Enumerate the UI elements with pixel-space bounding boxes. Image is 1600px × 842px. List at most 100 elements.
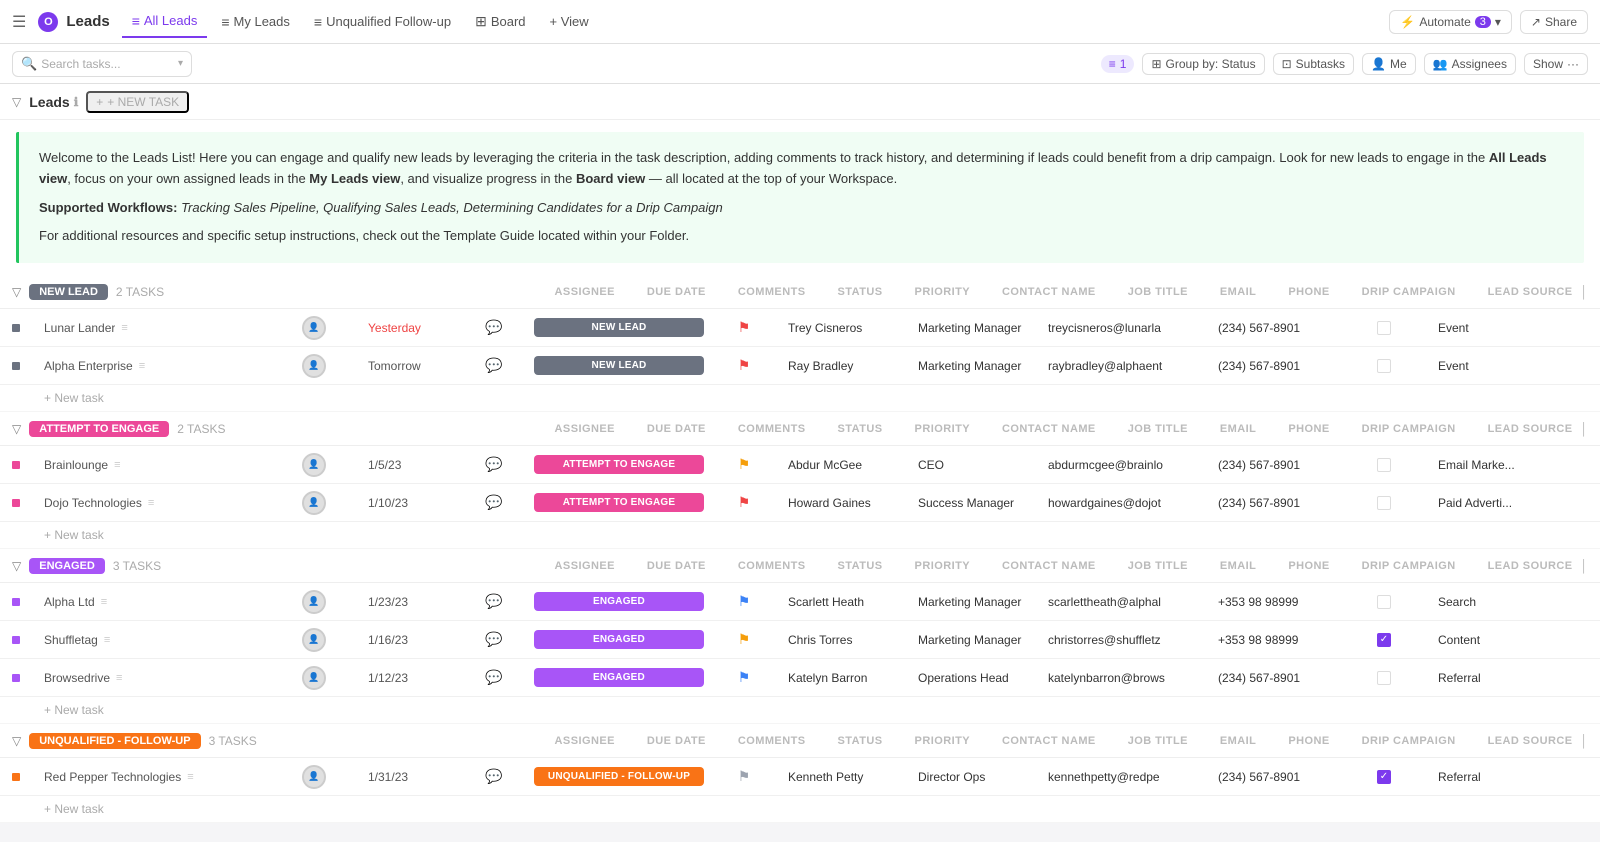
section-toggle-unqualified-follow-up[interactable]: ▽ — [12, 734, 21, 748]
comments-cell: 💬 — [454, 357, 534, 374]
task-menu-icon[interactable]: ≡ — [114, 459, 120, 471]
phone-cell: (234) 567-8901 — [1214, 321, 1334, 335]
comment-icon[interactable]: 💬 — [485, 494, 502, 511]
subtasks-icon: ⊡ — [1282, 57, 1292, 71]
tab-my-leads[interactable]: ≡ My Leads — [211, 6, 300, 38]
col-resize-handle[interactable]: │ — [1581, 734, 1589, 748]
priority-cell: ⚑ — [704, 494, 784, 511]
drip-cell[interactable]: ✓ — [1334, 770, 1434, 784]
leads-info-icon: ℹ — [74, 95, 79, 109]
share-button[interactable]: ↗ Share — [1520, 10, 1588, 34]
drip-checkbox-checked[interactable]: ✓ — [1377, 633, 1391, 647]
task-name-cell: Brainlounge ≡ — [44, 458, 264, 472]
comment-icon[interactable]: 💬 — [485, 631, 502, 648]
section-badge-engaged: ENGAGED — [29, 558, 105, 574]
status-cell[interactable]: NEW LEAD — [534, 356, 704, 375]
col-resize-handle[interactable]: │ — [1581, 285, 1589, 299]
automate-icon: ⚡ — [1400, 15, 1415, 29]
status-cell[interactable]: ATTEMPT TO ENGAGE — [534, 493, 704, 512]
comment-icon[interactable]: 💬 — [485, 593, 502, 610]
me-button[interactable]: 👤 Me — [1362, 53, 1416, 75]
priority-flag: ⚑ — [738, 319, 751, 336]
menu-icon[interactable]: ☰ — [12, 12, 26, 32]
drip-cell[interactable] — [1334, 671, 1434, 685]
lead-source-cell: Paid Adverti... — [1434, 496, 1544, 510]
task-menu-icon[interactable]: ≡ — [121, 322, 127, 334]
show-button[interactable]: Show ··· — [1524, 53, 1588, 75]
drip-cell[interactable] — [1334, 359, 1434, 373]
search-box[interactable]: 🔍 Search tasks... ▾ — [12, 51, 192, 77]
col-resize-handle[interactable]: │ — [1581, 559, 1589, 573]
leads-toggle[interactable]: ▽ — [12, 95, 21, 109]
drip-checkbox[interactable] — [1377, 321, 1391, 335]
show-label: Show — [1533, 57, 1563, 71]
tab-add-view[interactable]: + View — [540, 6, 599, 38]
drip-checkbox[interactable] — [1377, 496, 1391, 510]
assignees-button[interactable]: 👥 Assignees — [1424, 53, 1516, 75]
drip-checkbox[interactable] — [1377, 671, 1391, 685]
automate-label: Automate — [1419, 15, 1470, 29]
drip-checkbox[interactable] — [1377, 359, 1391, 373]
new-task-row-engaged[interactable]: + New task — [0, 697, 1600, 724]
comment-icon[interactable]: 💬 — [485, 768, 502, 785]
unqualified-tab-icon: ≡ — [314, 14, 322, 30]
section-header-engaged: ▽ ENGAGED 3 TASKS ASSIGNEE DUE DATE COMM… — [0, 549, 1600, 583]
new-task-button[interactable]: + + NEW TASK — [86, 91, 189, 113]
status-cell[interactable]: NEW LEAD — [534, 318, 704, 337]
task-menu-icon[interactable]: ≡ — [187, 771, 193, 783]
task-name-cell: Lunar Lander ≡ — [44, 321, 264, 335]
task-menu-icon[interactable]: ≡ — [104, 634, 110, 646]
section-toggle-engaged[interactable]: ▽ — [12, 559, 21, 573]
task-menu-icon[interactable]: ≡ — [148, 497, 154, 509]
status-cell[interactable]: ENGAGED — [534, 668, 704, 687]
task-menu-icon[interactable]: ≡ — [116, 672, 122, 684]
comment-icon[interactable]: 💬 — [485, 319, 502, 336]
filter-badge[interactable]: ≡ 1 — [1101, 55, 1135, 73]
drip-cell[interactable] — [1334, 321, 1434, 335]
comment-icon[interactable]: 💬 — [485, 669, 502, 686]
status-cell[interactable]: ATTEMPT TO ENGAGE — [534, 455, 704, 474]
assignee-avatar: 👤 — [302, 453, 326, 477]
tab-board[interactable]: ⊞ Board — [465, 6, 535, 38]
assignee-avatar: 👤 — [302, 765, 326, 789]
job-title-cell: CEO — [914, 458, 1044, 472]
new-task-row-new-lead[interactable]: + New task — [0, 385, 1600, 412]
drip-cell[interactable] — [1334, 458, 1434, 472]
drip-checkbox[interactable] — [1377, 595, 1391, 609]
task-menu-icon[interactable]: ≡ — [101, 596, 107, 608]
board-tab-icon: ⊞ — [475, 13, 487, 30]
email-cell: katelynbarron@brows — [1044, 671, 1214, 685]
status-cell[interactable]: UNQUALIFIED - FOLLOW-UP — [534, 767, 704, 786]
nav-right-actions: ⚡ Automate 3 ▾ ↗ Share — [1389, 10, 1588, 34]
col-resize-handle[interactable]: │ — [1581, 422, 1589, 436]
priority-cell: ⚑ — [704, 456, 784, 473]
drip-cell[interactable] — [1334, 595, 1434, 609]
lead-source-cell: Event — [1434, 321, 1544, 335]
new-task-row-unqualified-follow-up[interactable]: + New task — [0, 796, 1600, 823]
status-cell[interactable]: ENGAGED — [534, 630, 704, 649]
new-task-row-attempt-to-engage[interactable]: + New task — [0, 522, 1600, 549]
drip-checkbox[interactable] — [1377, 458, 1391, 472]
drip-cell[interactable] — [1334, 496, 1434, 510]
comment-icon[interactable]: 💬 — [485, 357, 502, 374]
assignee-avatar: 👤 — [302, 491, 326, 515]
group-by-button[interactable]: ⊞ Group by: Status — [1142, 53, 1264, 75]
search-input[interactable]: Search tasks... — [41, 57, 174, 71]
tab-unqualified[interactable]: ≡ Unqualified Follow-up — [304, 6, 461, 38]
status-badge: UNQUALIFIED - FOLLOW-UP — [534, 767, 704, 786]
subtasks-button[interactable]: ⊡ Subtasks — [1273, 53, 1354, 75]
drip-checkbox-checked[interactable]: ✓ — [1377, 770, 1391, 784]
top-navigation: ☰ O Leads ≡ All Leads ≡ My Leads ≡ Unqua… — [0, 0, 1600, 44]
automate-button[interactable]: ⚡ Automate 3 ▾ — [1389, 10, 1511, 34]
contact-name-cell: Abdur McGee — [784, 458, 914, 472]
section-toggle-new-lead[interactable]: ▽ — [12, 285, 21, 299]
section-toggle-attempt-to-engage[interactable]: ▽ — [12, 422, 21, 436]
status-cell[interactable]: ENGAGED — [534, 592, 704, 611]
drip-cell[interactable]: ✓ — [1334, 633, 1434, 647]
task-menu-icon[interactable]: ≡ — [139, 360, 145, 372]
tab-all-leads[interactable]: ≡ All Leads — [122, 6, 208, 38]
status-badge: ENGAGED — [534, 630, 704, 649]
main-content: ▽ Leads ℹ + + NEW TASK Welcome to the Le… — [0, 84, 1600, 823]
comment-icon[interactable]: 💬 — [485, 456, 502, 473]
contact-name-cell: Chris Torres — [784, 633, 914, 647]
